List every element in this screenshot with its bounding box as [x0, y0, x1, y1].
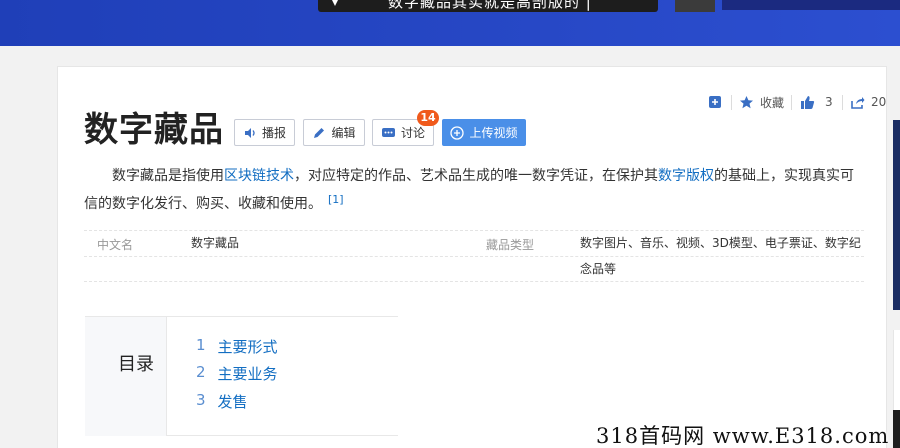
toc-item-number: 3	[196, 391, 206, 409]
chat-icon	[381, 127, 395, 137]
toc-title: 目录	[118, 354, 154, 375]
discuss-label: 讨论	[400, 126, 425, 140]
banner-thumbnail[interactable]	[675, 0, 715, 12]
divider	[842, 95, 843, 110]
digital-copyright-link[interactable]: 数字版权	[658, 168, 714, 184]
toc-item[interactable]: 2 主要业务	[196, 363, 278, 384]
banner-video-player[interactable]: 数字藏品其实就是高剖版的 |	[318, 0, 658, 12]
page-title: 数字藏品	[84, 110, 224, 150]
share-icon	[851, 96, 865, 109]
toc-item-number: 2	[196, 363, 206, 381]
add-square-icon	[709, 96, 721, 108]
side-panel[interactable]	[893, 120, 900, 310]
like-count: 3	[825, 95, 833, 109]
pencil-icon	[314, 127, 325, 138]
info-key-type: 藏品类型	[486, 238, 535, 252]
toc-item[interactable]: 3 发售	[196, 391, 248, 412]
summary-paragraph: 数字藏品是指使用区块链技术，对应特定的作品、艺术品生成的唯一数字凭证，在保护其数…	[84, 164, 856, 216]
play-icon[interactable]	[330, 0, 344, 8]
edit-button[interactable]: 编辑	[303, 119, 365, 146]
info-value-chinese-name: 数字藏品	[191, 236, 240, 250]
speaker-icon	[244, 127, 255, 138]
info-key-chinese-name: 中文名	[97, 238, 134, 252]
broadcast-label: 播报	[261, 126, 286, 140]
toc-item[interactable]: 1 主要形式	[196, 336, 278, 357]
info-divider	[84, 256, 864, 257]
edit-label: 编辑	[331, 126, 356, 140]
add-button[interactable]	[708, 94, 722, 110]
divider	[731, 95, 732, 110]
side-panel	[893, 410, 900, 448]
banner-video-title: 数字藏品其实就是高剖版的 |	[388, 0, 592, 11]
banner-ad[interactable]	[722, 0, 900, 10]
discuss-count-badge: 14	[417, 110, 439, 126]
watermark: 318首码网 www.E318.com	[596, 424, 890, 448]
upload-video-label: 上传视频	[469, 126, 518, 140]
toc-item-label: 主要业务	[217, 365, 278, 383]
divider	[791, 95, 792, 110]
toc-item-label: 主要形式	[217, 338, 278, 356]
broadcast-button[interactable]: 播报	[234, 119, 295, 146]
upload-video-button[interactable]: 上传视频	[442, 119, 526, 146]
summary-text: ，对应特定的作品、艺术品生成的唯一数字凭证，在保护其	[294, 168, 658, 184]
plus-circle-icon	[450, 125, 465, 140]
summary-text: 数字藏品是指使用	[112, 168, 224, 184]
info-divider	[84, 281, 864, 282]
thumbs-up-icon	[801, 95, 815, 109]
toc-label-cell	[85, 317, 167, 436]
collect-button[interactable]: 收藏	[739, 94, 784, 110]
blockchain-link[interactable]: 区块链技术	[224, 168, 294, 184]
toc-item-label: 发售	[217, 393, 248, 411]
like-button[interactable]: 3	[800, 94, 833, 110]
toc-item-number: 1	[196, 336, 206, 354]
share-count: 20	[871, 95, 887, 109]
star-icon	[740, 95, 753, 108]
reference-link[interactable]: [1]	[328, 193, 344, 206]
share-button[interactable]: 20	[850, 94, 886, 110]
top-banner: 数字藏品其实就是高剖版的 |	[0, 0, 900, 46]
collect-label: 收藏	[760, 95, 785, 110]
